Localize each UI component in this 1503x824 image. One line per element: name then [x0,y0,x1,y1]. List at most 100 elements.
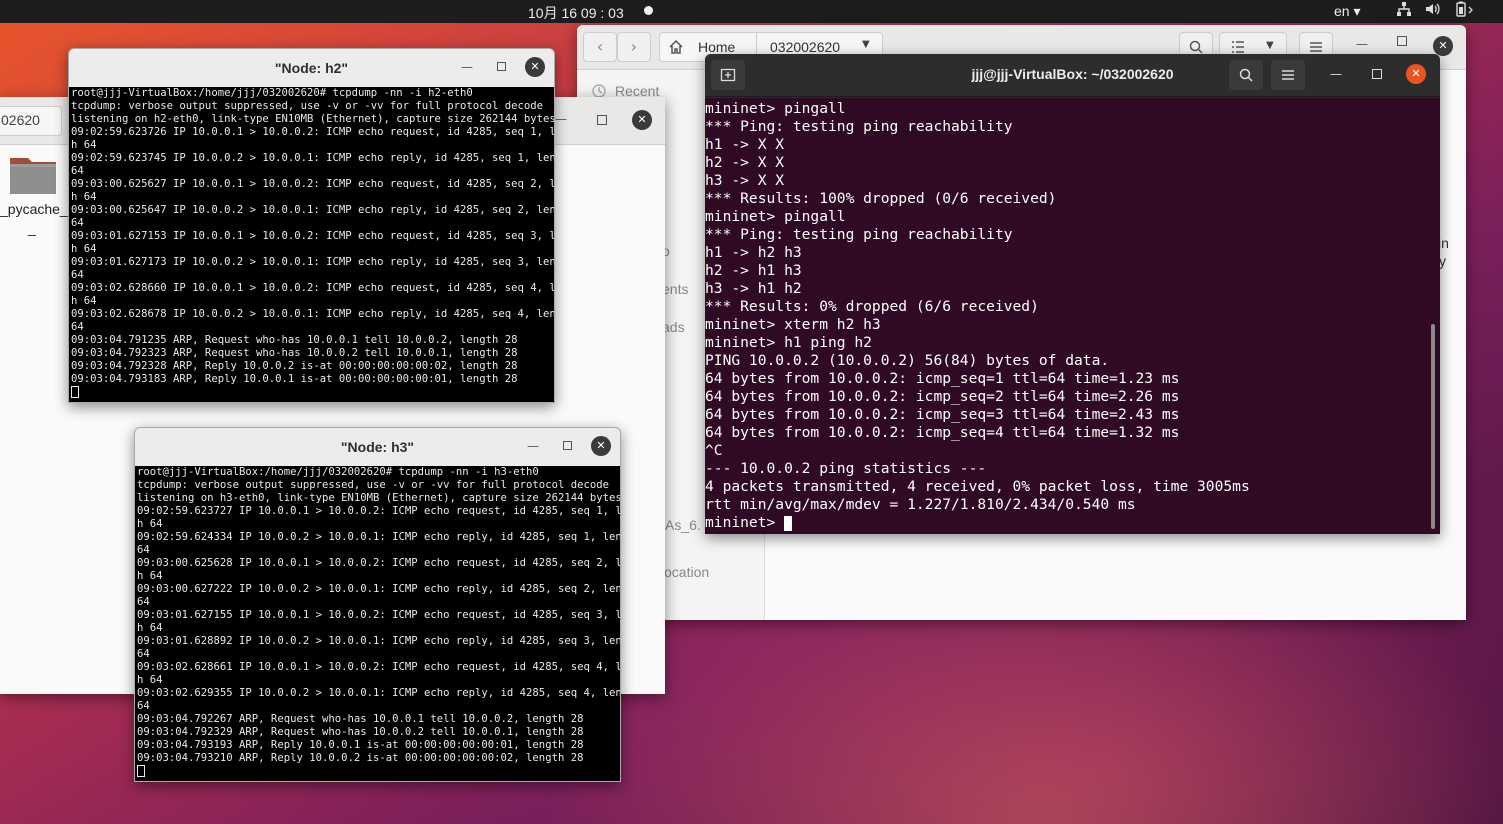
volume-icon[interactable] [1424,1,1440,20]
close-icon[interactable]: ✕ [591,436,611,456]
chevron-down-icon[interactable]: ▼ [1266,40,1274,51]
sidebar-item-4[interactable]: ads [662,319,685,335]
terminal-line: 09:03:02.629355 IP 10.0.0.2 > 10.0.0.1: … [137,687,620,700]
terminal-line: h 64 [71,191,554,204]
terminal-line: 09:03:00.625627 IP 10.0.0.1 > 10.0.0.2: … [71,178,554,191]
battery-icon[interactable] [1452,1,1476,20]
terminal-line: 09:03:00.625647 IP 10.0.0.2 > 10.0.0.1: … [71,204,554,217]
close-icon[interactable]: ✕ [1433,36,1453,56]
terminal-line: listening on h3-eth0, link-type EN10MB (… [137,492,620,505]
maximize-icon[interactable] [1397,36,1407,46]
terminal-line-text: listening on h3-eth0, link-type EN10MB (… [137,492,620,504]
terminal-line-text: *** Results: 100% dropped (0/6 received) [705,190,1057,207]
terminal-line: mininet> pingall [705,100,1440,118]
maximize-icon[interactable] [497,62,506,71]
path-home[interactable]: Home [698,39,735,55]
bg-path-folder[interactable]: 02620 [1,112,40,128]
close-icon[interactable]: ✕ [1406,64,1426,84]
terminal-line-text: 09:02:59.623745 IP 10.0.0.2 > 10.0.0.1: … [71,152,554,164]
terminal-line-text: 09:02:59.624334 IP 10.0.0.2 > 10.0.0.1: … [137,531,620,543]
minimize-icon[interactable]: — [1330,67,1342,81]
top-bar: 10月 16 09 : 03 en ▾ [0,0,1503,23]
terminal-line-text: h 64 [137,674,163,686]
xterm-node-h2: "Node: h2" — ✕ root@jjj-VirtualBox:/home… [68,48,555,403]
terminal-line: 09:03:04.792323 ARP, Request who-has 10.… [71,347,554,360]
network-icon[interactable] [1396,1,1412,20]
maximize-icon[interactable] [1372,69,1382,79]
terminal-line-text: h1 -> X X [705,136,785,153]
back-button[interactable]: ‹ [583,32,617,62]
terminal-line: root@jjj-VirtualBox:/home/jjj/032002620#… [137,466,620,479]
terminal-line: 09:03:04.792329 ARP, Request who-has 10.… [137,726,620,739]
terminal-line: 64 bytes from 10.0.0.2: icmp_seq=3 ttl=6… [705,406,1440,424]
input-language[interactable]: en ▾ [1334,3,1361,20]
terminal-line-text: --- 10.0.0.2 ping statistics --- [705,460,987,477]
list-view-icon [1232,41,1244,53]
terminal-output[interactable]: root@jjj-VirtualBox:/home/jjj/032002620#… [69,87,554,402]
terminal-line-text: 64 bytes from 10.0.0.2: icmp_seq=1 ttl=6… [705,370,1180,387]
files-partial-text: y [1439,253,1446,269]
terminal-line: mininet> [705,514,1440,532]
terminal-line: h2 -> X X [705,154,1440,172]
terminal-line: 64 [71,269,554,282]
terminal-line: h3 -> h1 h2 [705,280,1440,298]
terminal-line-text: mininet> xterm h2 h3 [705,316,881,333]
terminal-line: 09:03:04.793183 ARP, Reply 10.0.0.1 is-a… [71,373,554,386]
menu-button[interactable] [1271,60,1305,90]
minimize-icon[interactable]: — [527,439,539,453]
terminal-output[interactable]: mininet> pingall *** Ping: testing ping r… [705,98,1440,534]
terminal-line: 09:03:01.627173 IP 10.0.0.2 > 10.0.0.1: … [71,256,554,269]
terminal-line-text: 09:03:04.793210 ARP, Reply 10.0.0.2 is-a… [137,752,584,764]
terminal-line: listening on h2-eth0, link-type EN10MB (… [71,113,554,126]
window-title: "Node: h3" [340,439,415,455]
terminal-line [71,386,554,399]
terminal-line-text: ^C [705,442,723,459]
terminal-line-text: mininet> pingall [705,208,846,225]
terminal-line-text: mininet> [705,514,785,531]
sidebar-item-3[interactable]: ents [662,281,688,297]
terminal-line: 09:02:59.624334 IP 10.0.0.2 > 10.0.0.1: … [137,531,620,544]
maximize-icon[interactable] [597,115,607,125]
terminal-output[interactable]: root@jjj-VirtualBox:/home/jjj/032002620#… [135,466,620,781]
minimize-icon[interactable]: — [1356,37,1368,51]
close-icon[interactable]: ✕ [525,57,545,77]
folder-name: _pycache_ [0,201,68,217]
terminal-line-text: 64 [71,165,84,177]
terminal-line: rtt min/avg/max/mdev = 1.227/1.810/2.434… [705,496,1440,514]
terminal-line: 09:02:59.623727 IP 10.0.0.1 > 10.0.0.2: … [137,505,620,518]
terminal-line-text: 64 [137,596,150,608]
chevron-down-icon[interactable]: ▼ [862,39,870,50]
folder-item-pycache[interactable]: _pycache_ _ [0,152,68,242]
minimize-icon[interactable]: — [555,112,567,126]
terminal-line-text: tcpdump: verbose output suppressed, use … [71,100,543,112]
terminal-line: 09:03:04.792267 ARP, Request who-has 10.… [137,713,620,726]
search-button[interactable] [1229,60,1263,90]
terminal-scrollbar[interactable] [1431,324,1435,529]
clock[interactable]: 10月 16 09 : 03 [528,3,624,23]
maximize-icon[interactable] [563,441,572,450]
terminal-line-text: 09:03:00.625628 IP 10.0.0.1 > 10.0.0.2: … [137,557,620,569]
terminal-line: 64 [137,544,620,557]
terminal-line: *** Ping: testing ping reachability [705,226,1440,244]
close-icon[interactable]: ✕ [632,110,652,130]
path-folder[interactable]: 032002620 [770,39,840,55]
terminal-line-text: root@jjj-VirtualBox:/home/jjj/032002620#… [71,87,473,99]
notification-dot [644,6,653,15]
minimize-icon[interactable]: — [461,60,473,74]
forward-button[interactable]: › [617,32,651,62]
terminal-line-text: 64 [71,217,84,229]
terminal-cursor [71,386,79,398]
terminal-line-text: h 64 [71,139,97,151]
terminal-line: --- 10.0.0.2 ping statistics --- [705,460,1440,478]
home-icon[interactable] [668,39,684,59]
terminal-line: PING 10.0.0.2 (10.0.0.2) 56(84) bytes of… [705,352,1440,370]
bg-path-bar[interactable]: 02620 [0,106,62,136]
terminal-line-text: 09:03:02.628678 IP 10.0.0.2 > 10.0.0.1: … [71,308,554,320]
terminal-line-text: 64 [137,648,150,660]
terminal-line: 09:03:01.627153 IP 10.0.0.1 > 10.0.0.2: … [71,230,554,243]
window-title: "Node: h2" [274,60,349,76]
sidebar-item-6[interactable]: ocation [664,564,709,580]
terminal-line-text: 09:03:04.793193 ARP, Reply 10.0.0.1 is-a… [137,739,584,751]
sidebar-item-5[interactable]: As_6. [665,517,701,533]
terminal-line: root@jjj-VirtualBox:/home/jjj/032002620#… [71,87,554,100]
